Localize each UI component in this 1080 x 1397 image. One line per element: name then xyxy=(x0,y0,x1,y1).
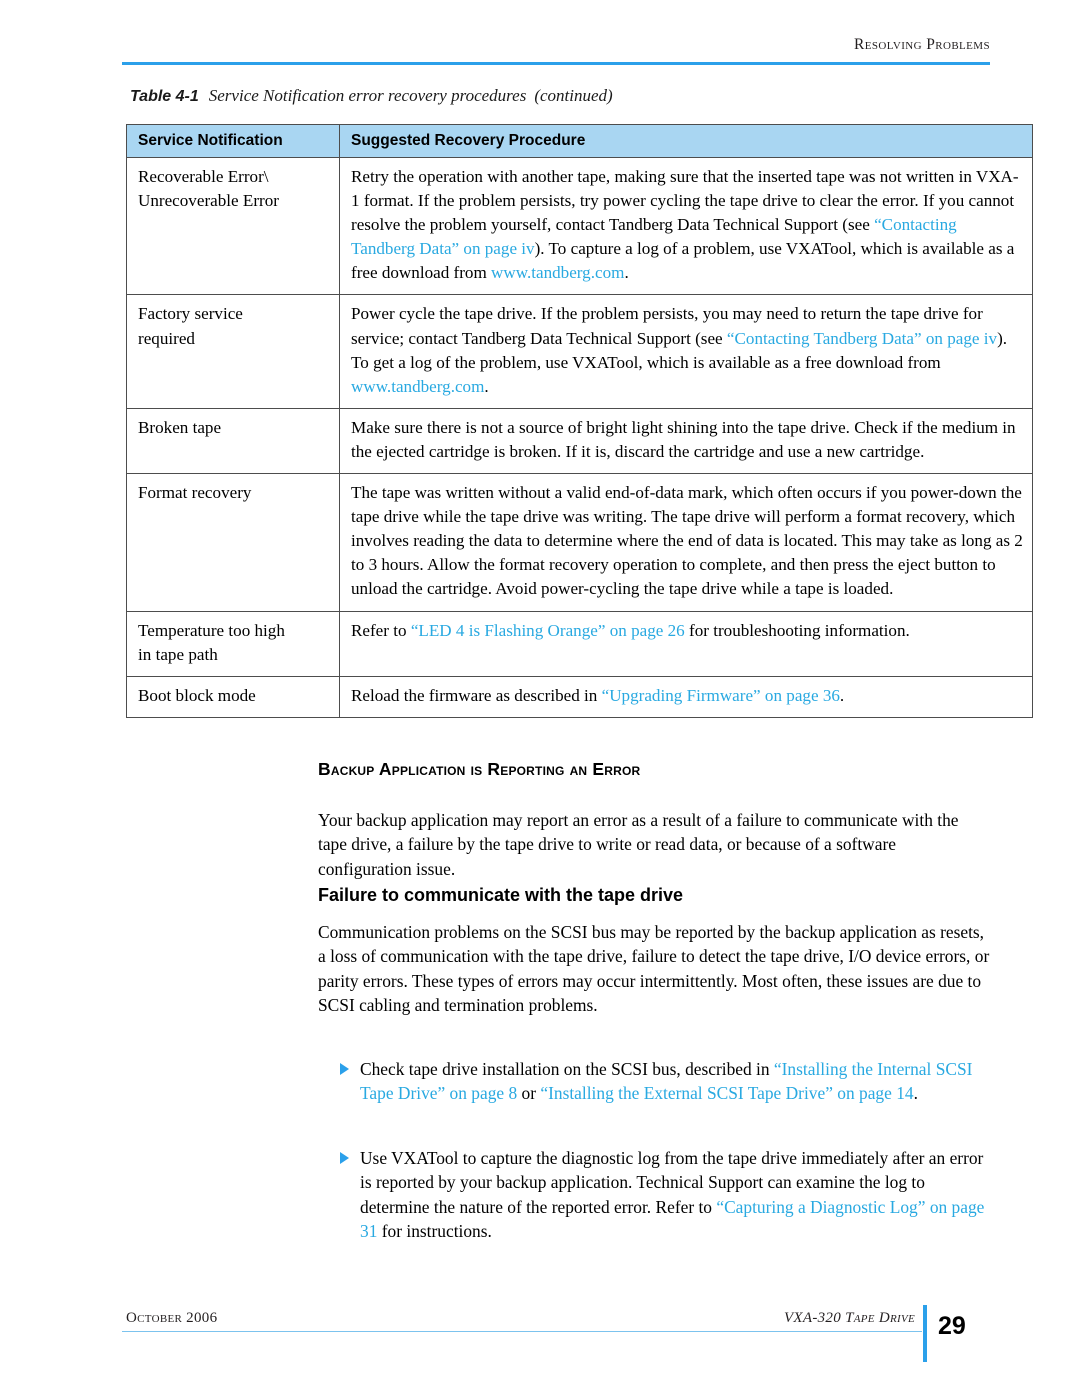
footer-accent-bar xyxy=(923,1305,927,1362)
column-header-service-notification: Service Notification xyxy=(126,124,340,158)
cross-reference-link[interactable]: “Installing the External SCSI Tape Drive… xyxy=(540,1083,913,1103)
notification-line: Temperature too high xyxy=(138,620,285,640)
text-run: . xyxy=(624,263,629,283)
notification-line: Factory service xyxy=(138,304,243,324)
service-notification-table: Service Notification Suggested Recovery … xyxy=(126,124,1033,718)
table-row: Broken tape Make sure there is not a sour… xyxy=(126,407,1033,475)
text-run: . xyxy=(484,376,489,396)
cross-reference-link[interactable]: www.tandberg.com xyxy=(351,377,484,396)
cross-reference-link[interactable]: “LED 4 is Flashing Orange” on page 26 xyxy=(411,621,685,640)
text-run: Refer to xyxy=(351,620,411,640)
cross-reference-link[interactable]: “Upgrading Firmware” on page 36 xyxy=(602,686,840,705)
table-row: Temperature too high in tape path Refer to… xyxy=(126,610,1033,677)
notification-line: Format recovery xyxy=(138,483,252,503)
notification-line: Boot block mode xyxy=(138,685,256,705)
footer-product: VXA-320 Tape Drive xyxy=(783,1310,915,1326)
triangle-bullet-icon xyxy=(340,1063,349,1075)
notification-line: in tape path xyxy=(138,644,218,664)
table-header-row: Service Notification Suggested Recovery … xyxy=(126,124,1033,158)
cell-service-notification: Broken tape xyxy=(126,407,340,475)
table-row: Factory service required Power cycle the t… xyxy=(126,294,1033,409)
table-caption-number: Table 4-1 xyxy=(130,88,199,105)
header-rule xyxy=(122,62,990,65)
text-run: Make sure there is not a source of brigh… xyxy=(351,417,1016,461)
running-header: Resolving Problems xyxy=(854,36,990,53)
list-item-text: Use VXATool to capture the diagnostic lo… xyxy=(360,1148,984,1241)
text-run: Check tape drive installation on the SCS… xyxy=(360,1059,774,1079)
table-row: Recoverable Error\ Unrecoverable Error Ret… xyxy=(126,156,1033,296)
cell-recovery-procedure: Retry the operation with another tape, m… xyxy=(339,156,1033,296)
section-heading: Backup Application is Reporting an Error xyxy=(318,759,641,779)
table-body: Recoverable Error\ Unrecoverable Error Ret… xyxy=(126,156,1033,718)
notification-line: required xyxy=(138,328,195,348)
cell-service-notification: Factory service required xyxy=(126,294,340,409)
text-run: . xyxy=(913,1083,918,1104)
cell-recovery-procedure: Refer to “LED 4 is Flashing Orange” on p… xyxy=(339,610,1033,677)
text-run: for troubleshooting information. xyxy=(684,620,910,640)
cross-reference-link[interactable]: www.tandberg.com xyxy=(491,263,624,282)
intro-paragraph: Your backup application may report an er… xyxy=(318,810,959,879)
footer-date: October 2006 xyxy=(126,1310,218,1326)
cross-reference-link[interactable]: “Contacting Tandberg Data” on page iv xyxy=(727,329,997,348)
text-run: or xyxy=(517,1083,541,1104)
table-row: Boot block mode Reload the firmware as de… xyxy=(126,675,1033,718)
document-page: Resolving Problems Table 4-1 Service Noti… xyxy=(0,0,1080,1397)
table-caption: Table 4-1 Service Notification error reco… xyxy=(130,86,1000,106)
notification-line: Recoverable Error\ xyxy=(138,167,269,186)
list-item: Check tape drive installation on the SCS… xyxy=(318,1057,996,1106)
list-item-text: Check tape drive installation on the SCS… xyxy=(360,1059,972,1103)
column-header-suggested-recovery-procedure: Suggested Recovery Procedure xyxy=(339,124,1033,158)
table-caption-text: Service Notification error recovery proc… xyxy=(208,86,527,105)
cell-service-notification: Format recovery xyxy=(126,473,340,612)
text-run: . xyxy=(839,685,845,705)
cell-recovery-procedure: Make sure there is not a source of brigh… xyxy=(339,407,1033,475)
cell-recovery-procedure: Reload the firmware as described in “Upg… xyxy=(339,675,1033,718)
footer-rule xyxy=(122,1331,922,1332)
communication-paragraph: Communication problems on the SCSI bus m… xyxy=(318,922,990,1015)
cell-service-notification: Boot block mode xyxy=(126,675,340,718)
table-caption-continued: (continued) xyxy=(534,86,613,105)
text-run: Reload the firmware as described in xyxy=(351,685,602,705)
sub-heading: Failure to communicate with the tape dri… xyxy=(318,885,684,905)
cell-recovery-procedure: Power cycle the tape drive. If the probl… xyxy=(339,294,1033,409)
page-number: 29 xyxy=(938,1312,966,1340)
text-run: The tape was written without a valid end… xyxy=(351,483,1023,599)
triangle-bullet-icon xyxy=(340,1152,349,1164)
cell-recovery-procedure: The tape was written without a valid end… xyxy=(339,473,1033,612)
list-item: Use VXATool to capture the diagnostic lo… xyxy=(318,1146,996,1243)
cell-service-notification: Recoverable Error\ Unrecoverable Error xyxy=(126,156,340,296)
notification-line: Unrecoverable Error xyxy=(138,191,279,211)
cell-service-notification: Temperature too high in tape path xyxy=(126,610,340,677)
text-run: for instructions. xyxy=(377,1220,492,1241)
notification-line: Broken tape xyxy=(138,417,222,437)
table-row: Format recovery The tape was written with… xyxy=(126,473,1033,612)
